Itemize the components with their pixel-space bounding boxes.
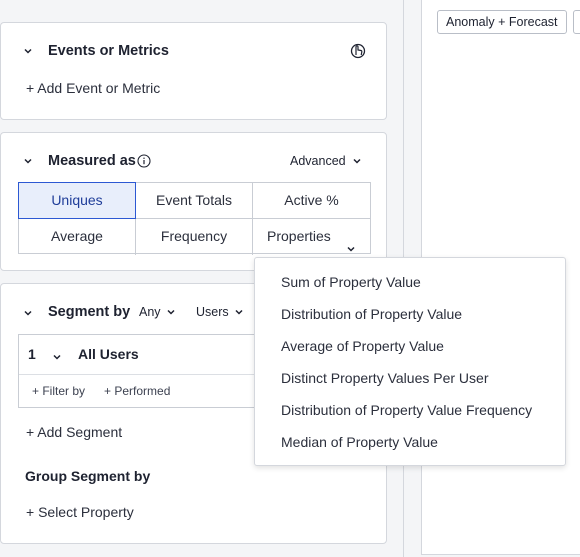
add-segment-button[interactable]: + Add Segment [26,424,122,440]
filter-by-button[interactable]: + Filter by [32,384,85,398]
option-properties-label: Properties [267,228,331,244]
users-dropdown[interactable]: Users [196,305,244,320]
select-property-button[interactable]: + Select Property [26,504,134,520]
menu-item-median-of-property-value[interactable]: Median of Property Value [281,434,438,450]
measure-options-grid: Uniques Event Totals Active % Average Fr… [18,182,371,255]
menu-item-distribution-of-property-value[interactable]: Distribution of Property Value [281,306,462,322]
option-frequency[interactable]: Frequency [136,219,253,255]
advanced-label: Advanced [290,154,346,168]
any-dropdown[interactable]: Any [139,305,176,320]
chart-option-button[interactable]: C [573,10,580,34]
menu-item-distinct-property-values-per-user[interactable]: Distinct Property Values Per User [281,370,488,386]
collapse-chevron-icon[interactable] [23,156,33,166]
advanced-dropdown[interactable]: Advanced [290,154,362,169]
group-segment-title: Group Segment by [25,468,151,484]
events-panel: Events or Metrics + Add Event or Metric [0,22,387,120]
menu-item-average-of-property-value[interactable]: Average of Property Value [281,338,444,354]
any-label: Any [139,305,161,319]
properties-menu: Sum of Property Value Distribution of Pr… [254,257,566,466]
collapse-chevron-icon[interactable] [23,46,33,56]
chevron-down-icon [234,306,244,320]
segment-index: 1 [28,346,36,362]
anomaly-forecast-button[interactable]: Anomaly + Forecast [437,10,567,34]
option-properties[interactable]: Properties [253,219,370,255]
menu-item-sum-of-property-value[interactable]: Sum of Property Value [281,274,421,290]
divider [19,374,277,375]
measured-as-panel: Measured as Advanced Uniques Event Total… [0,132,387,271]
events-panel-title: Events or Metrics [48,43,169,59]
performed-button[interactable]: + Performed [104,384,170,398]
segment-by-title: Segment by [48,304,131,320]
option-uniques[interactable]: Uniques [18,182,136,219]
segment-name[interactable]: All Users [78,346,139,362]
info-icon[interactable] [137,154,151,173]
menu-item-distribution-of-property-value-frequency[interactable]: Distribution of Property Value Frequency [281,402,532,418]
option-average[interactable]: Average [19,219,136,255]
chevron-down-icon [352,155,362,169]
collapse-chevron-icon[interactable] [23,308,33,318]
chevron-down-icon [166,306,176,320]
segment-card: 1 All Users + Filter by + Performed [18,334,278,408]
chevron-down-icon[interactable] [52,349,62,367]
measured-as-title: Measured as [48,153,136,169]
users-label: Users [196,305,229,319]
add-event-or-metric-button[interactable]: + Add Event or Metric [26,80,160,96]
option-active-percent[interactable]: Active % [253,183,370,219]
option-event-totals[interactable]: Event Totals [136,183,253,219]
pointer-hand-icon[interactable] [350,42,366,65]
